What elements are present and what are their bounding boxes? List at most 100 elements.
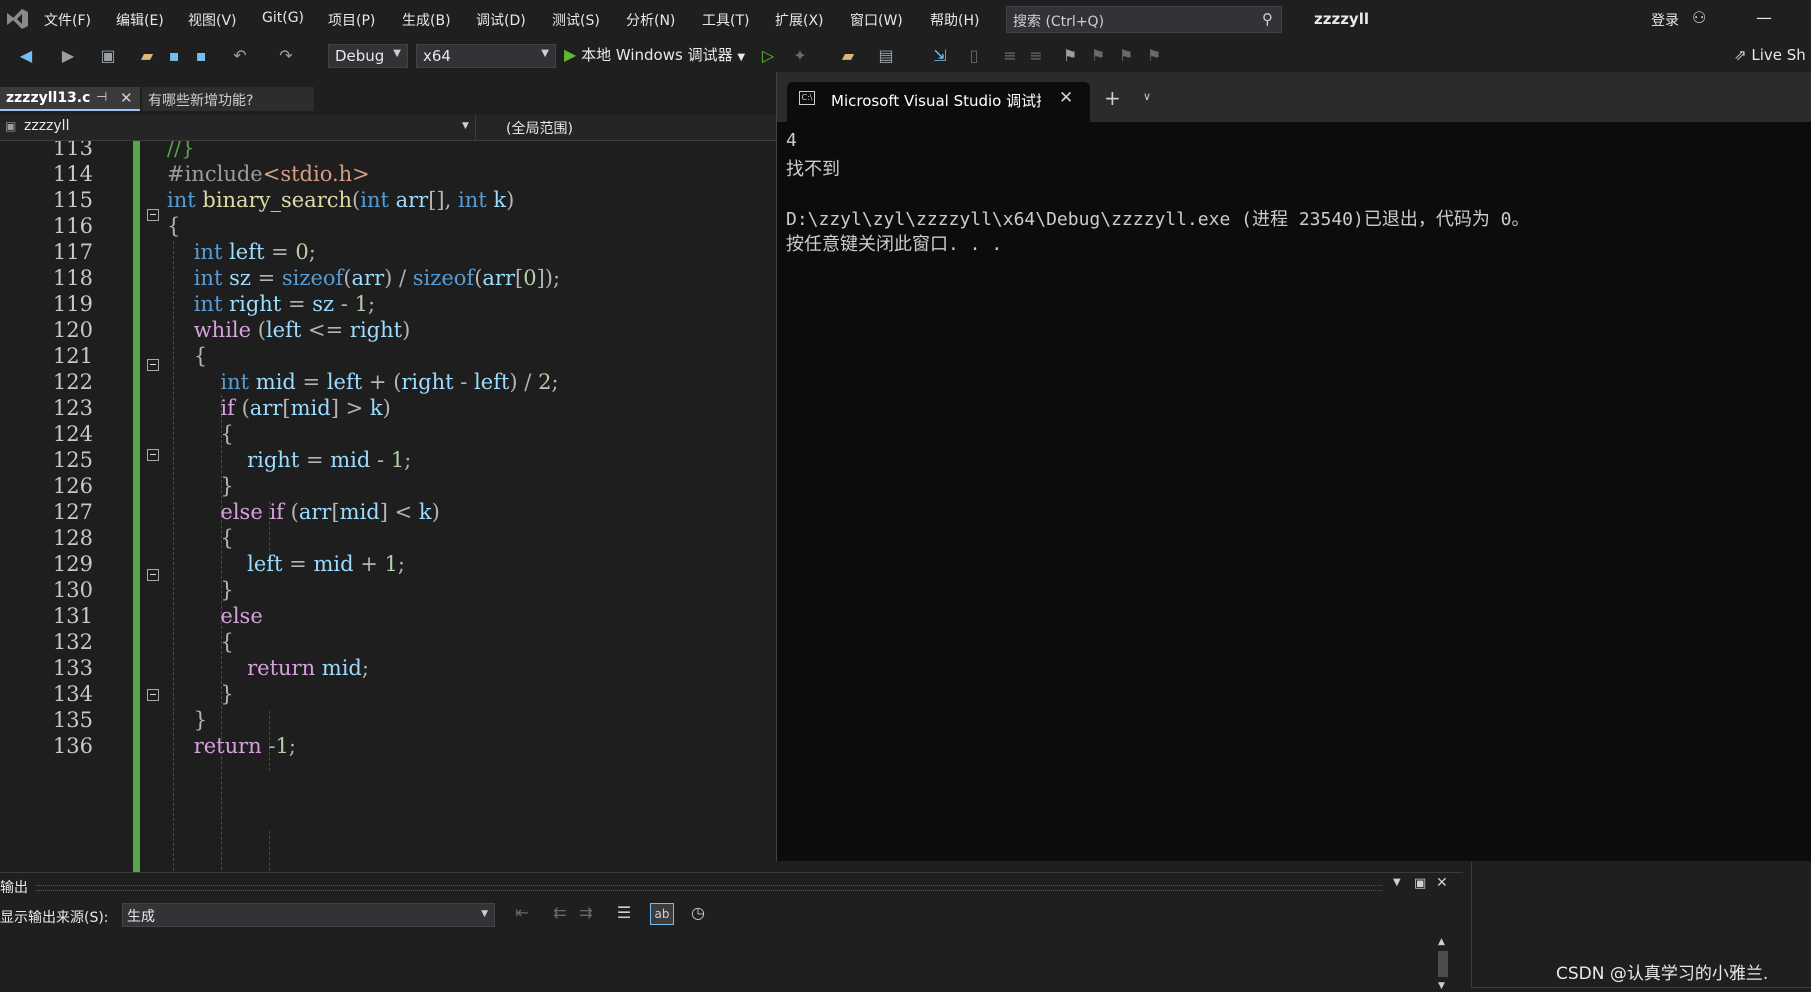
indent-icon[interactable]: ≡ — [1000, 46, 1020, 66]
tab-label: zzzzyll13.c — [6, 90, 91, 106]
menu-git[interactable]: Git(G) — [262, 10, 304, 26]
console-line: 4 — [786, 130, 797, 151]
back-icon[interactable]: ◀ — [16, 46, 36, 66]
menu-edit[interactable]: 编辑(E) — [116, 10, 164, 30]
config-value: Debug — [335, 47, 385, 65]
open-folder-icon[interactable]: ▰ — [137, 46, 157, 66]
menu-bar: 文件(F) 编辑(E) 视图(V) Git(G) 项目(P) 生成(B) 调试(… — [0, 0, 1811, 40]
word-wrap-icon[interactable]: ab — [650, 903, 674, 925]
prev-message-icon[interactable]: ⇇ — [550, 903, 570, 923]
menu-view[interactable]: 视图(V) — [188, 10, 237, 30]
scroll-down-icon[interactable]: ▼ — [1438, 981, 1445, 991]
console-tab-bar: C:\ Microsoft Visual Studio 调试控 ✕ + ∨ — [777, 72, 1811, 122]
close-icon[interactable]: ✕ — [1059, 88, 1073, 108]
share-icon: ⇗ — [1734, 46, 1747, 64]
debug-console-window[interactable]: C:\ Microsoft Visual Studio 调试控 ✕ + ∨ 4 … — [776, 72, 1811, 861]
clear-all-icon[interactable]: ☰ — [614, 903, 634, 923]
forward-icon[interactable]: ▶ — [58, 46, 78, 66]
menu-test[interactable]: 测试(S) — [552, 10, 600, 30]
layout-icon[interactable]: ▤ — [876, 46, 896, 66]
navigation-bar: ▣ zzzzyll ▼ (全局范围) — [0, 115, 776, 141]
project-dropdown[interactable]: ▣ zzzzyll ▼ — [0, 115, 476, 140]
menu-analyze[interactable]: 分析(N) — [626, 10, 675, 30]
chevron-down-icon[interactable]: ▼ — [1393, 877, 1401, 888]
hot-reload-icon[interactable]: ✦ — [790, 46, 810, 66]
menu-window[interactable]: 窗口(W) — [850, 10, 903, 30]
output-title: 输出 — [0, 880, 28, 896]
tab-zzzzyll13-c[interactable]: zzzzyll13.c ⊣ ✕ — [0, 87, 140, 111]
next-bookmark-icon[interactable]: ⚑ — [1116, 46, 1136, 66]
platform-dropdown[interactable]: x64 ▼ — [416, 44, 556, 68]
save-all-icon[interactable]: ▪ — [191, 46, 211, 66]
redo-icon[interactable]: ↷ — [276, 46, 296, 66]
save-icon[interactable]: ▪ — [164, 46, 184, 66]
chevron-down-icon: ▼ — [541, 48, 549, 59]
menu-tools[interactable]: 工具(T) — [702, 10, 749, 30]
console-tab[interactable]: C:\ Microsoft Visual Studio 调试控 ✕ — [787, 82, 1090, 122]
toolbar: ◀ ▶ ▣ ▰ ▪ ▪ ↶ ↷ Debug ▼ x64 ▼ ▶ 本地 Windo… — [0, 40, 1811, 72]
line-number: 136 — [52, 734, 93, 758]
outdent-icon[interactable]: ≡ — [1026, 46, 1046, 66]
prev-bookmark-icon[interactable]: ⚑ — [1088, 46, 1108, 66]
pin-icon[interactable]: ⊣ — [96, 90, 107, 105]
account-icon[interactable]: ⚇ — [1692, 8, 1706, 27]
chevron-down-icon: ▼ — [481, 909, 488, 919]
menu-build[interactable]: 生成(B) — [402, 10, 451, 30]
code-editor[interactable]: 113//} 114 #include<stdio.h> 115 int binary_… — [0, 141, 776, 872]
live-share-label: Live Sh — [1751, 46, 1806, 64]
console-tab-title: Microsoft Visual Studio 调试控 — [831, 92, 1041, 110]
clear-bookmark-icon[interactable]: ⚑ — [1144, 46, 1164, 66]
menu-help[interactable]: 帮助(H) — [930, 10, 979, 30]
minimize-icon[interactable]: — — [1756, 8, 1772, 27]
tab-whats-new[interactable]: 有哪些新增功能? — [142, 87, 314, 111]
chevron-down-icon: ▼ — [462, 121, 469, 131]
platform-value: x64 — [423, 47, 451, 65]
console-line: 按任意键关闭此窗口. . . — [786, 234, 1003, 255]
code-line: 136 return -1; — [0, 731, 776, 761]
goto-source-icon[interactable]: ⇤ — [512, 903, 532, 923]
undo-icon[interactable]: ↶ — [230, 46, 250, 66]
menu-project[interactable]: 项目(P) — [328, 10, 375, 30]
output-source-dropdown[interactable]: 生成 ▼ — [122, 903, 495, 927]
watermark: CSDN @认真学习的小雅兰. — [1556, 964, 1769, 984]
folder-icon[interactable]: ▰ — [838, 46, 858, 66]
panel-grip[interactable] — [36, 885, 1382, 891]
maximize-icon[interactable]: ▣ — [1414, 876, 1426, 891]
output-source-label: 显示输出来源(S): — [0, 910, 109, 926]
solution-name: zzzzyll — [1314, 10, 1369, 28]
clock-icon[interactable]: ◷ — [688, 903, 708, 923]
live-share-button[interactable]: ⇗ Live Sh — [1734, 46, 1806, 64]
chevron-down-icon: ▼ — [393, 48, 401, 59]
comment-icon[interactable]: ▯ — [964, 46, 984, 66]
tab-label: 有哪些新增功能? — [148, 93, 254, 109]
new-tab-icon[interactable]: + — [1104, 86, 1121, 110]
new-item-icon[interactable]: ▣ — [98, 46, 118, 66]
console-app-icon: C:\ — [799, 91, 815, 105]
login-link[interactable]: 登录 — [1651, 10, 1679, 30]
start-without-debug-icon[interactable]: ▷ — [758, 46, 778, 66]
start-debug-button[interactable]: ▶ 本地 Windows 调试器 ▼ — [564, 44, 745, 68]
step-icon[interactable]: ⇲ — [930, 46, 950, 66]
config-dropdown[interactable]: Debug ▼ — [328, 44, 408, 68]
menu-extensions[interactable]: 扩展(X) — [775, 10, 824, 30]
vs-logo-icon[interactable] — [4, 7, 30, 31]
chevron-down-icon[interactable]: ∨ — [1143, 90, 1151, 103]
console-line: D:\zzyl\zyl\zzzzyll\x64\Debug\zzzzyll.ex… — [786, 209, 1530, 230]
scrollbar[interactable]: ▲ ▼ — [1436, 937, 1450, 992]
search-icon: ⚲ — [1262, 10, 1273, 28]
menu-debug[interactable]: 调试(D) — [476, 10, 526, 30]
bookmark-icon[interactable]: ⚑ — [1060, 46, 1080, 66]
output-panel: 输出 ▼ ▣ ✕ 显示输出来源(S): 生成 ▼ ⇤ ⇇ ⇉ ☰ ab ◷ ▲ … — [0, 872, 1463, 992]
play-icon: ▶ — [564, 45, 577, 64]
scroll-thumb[interactable] — [1438, 951, 1448, 977]
scroll-up-icon[interactable]: ▲ — [1438, 937, 1445, 947]
close-icon[interactable]: ✕ — [120, 89, 133, 107]
menu-file[interactable]: 文件(F) — [44, 10, 91, 30]
scope-dropdown[interactable]: (全局范围) — [490, 115, 770, 140]
search-input[interactable]: 搜索 (Ctrl+Q) ⚲ — [1006, 6, 1282, 33]
code-text: return -1; — [193, 734, 296, 758]
next-message-icon[interactable]: ⇉ — [576, 903, 596, 923]
side-panel: CSDN @认真学习的小雅兰. — [1463, 861, 1811, 991]
close-icon[interactable]: ✕ — [1436, 875, 1448, 891]
project-icon: ▣ — [5, 119, 17, 133]
